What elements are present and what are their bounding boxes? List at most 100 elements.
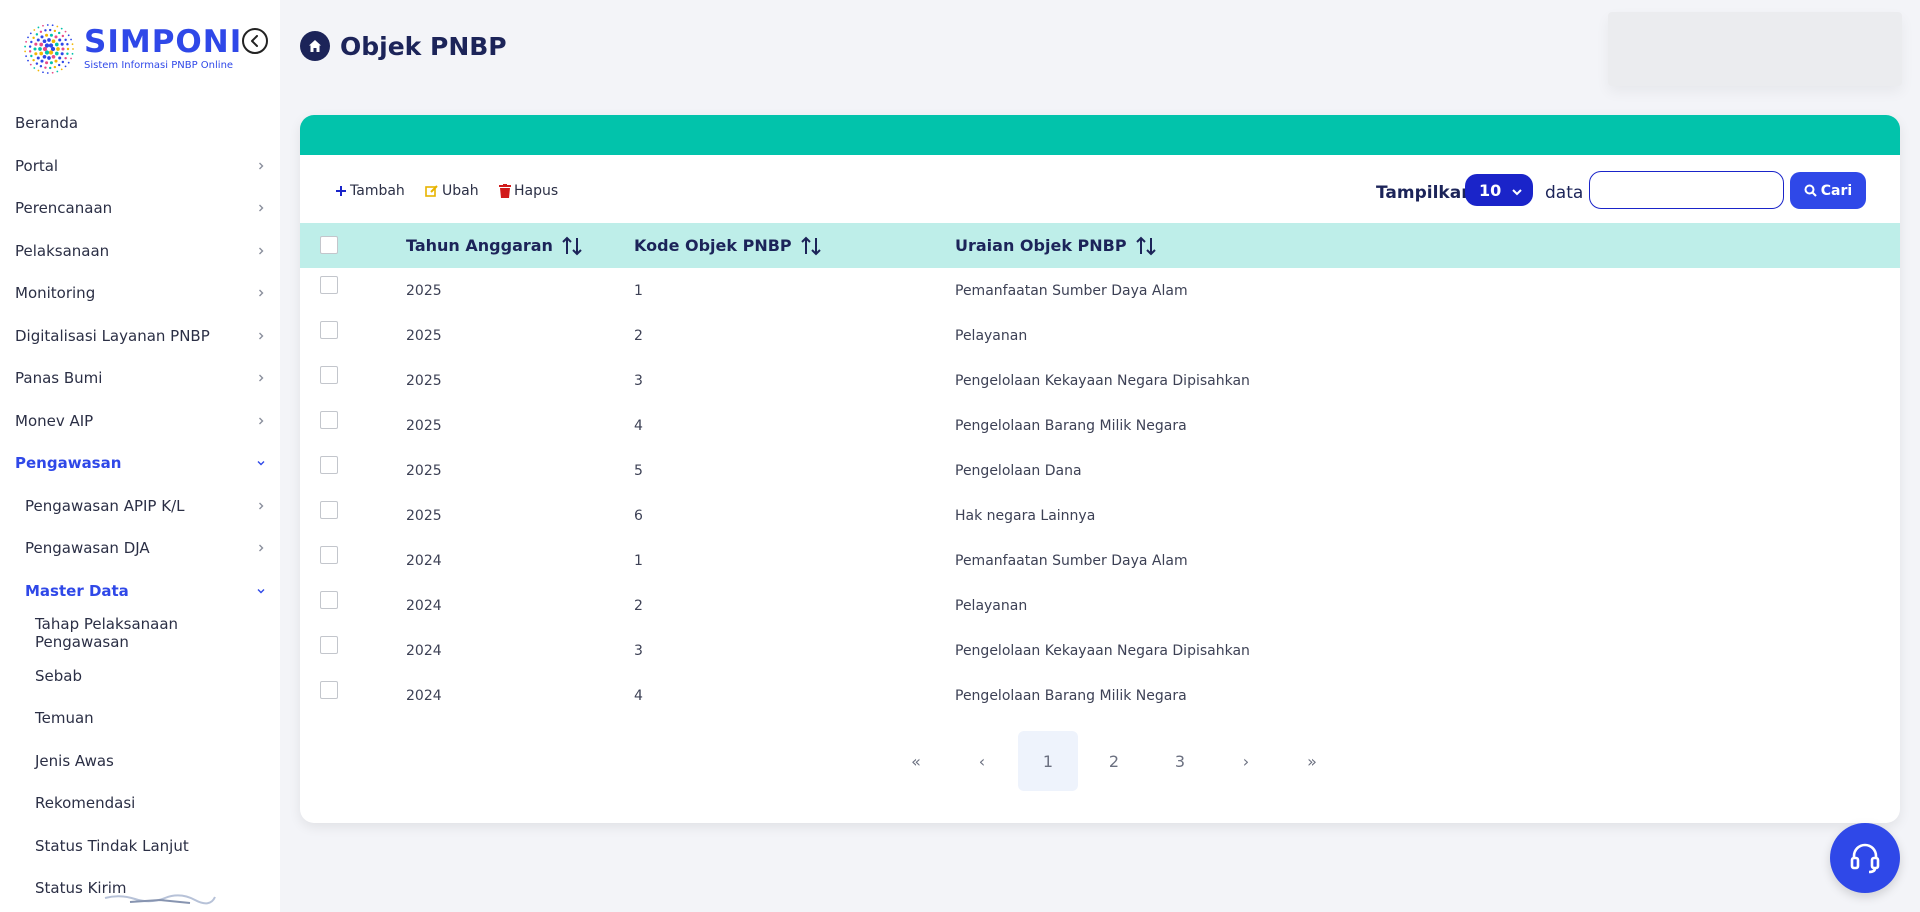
table-cell: Pengelolaan Dana	[955, 463, 1082, 479]
table-row[interactable]: 2025 6 Hak negara Lainnya	[300, 493, 1900, 538]
table-cell: 3	[634, 643, 643, 659]
search-input[interactable]	[1589, 171, 1784, 209]
table-toolbar: Tambah Ubah Hapus Tampilkan 10 data Cari	[300, 155, 1900, 225]
chevron-left-icon	[251, 35, 258, 47]
table-cell: Pengelolaan Kekayaan Negara Dipisahkan	[955, 373, 1250, 389]
row-checkbox[interactable]	[320, 501, 338, 519]
table-row[interactable]: 2025 2 Pelayanan	[300, 313, 1900, 358]
page-size-select[interactable]: 10	[1465, 174, 1533, 206]
page-button-3[interactable]: 3	[1150, 731, 1210, 791]
row-checkbox[interactable]	[320, 411, 338, 429]
row-checkbox[interactable]	[320, 591, 338, 609]
sidebar-item-5[interactable]: Digitalisasi Layanan PNBP	[0, 315, 280, 358]
sort-icon[interactable]	[1135, 236, 1157, 256]
chevron-right-icon	[254, 286, 268, 300]
sidebar-item-label: Tahap Pelaksanaan Pengawasan	[35, 615, 179, 652]
sidebar-item-11[interactable]: Master Data	[0, 570, 280, 613]
first-page-button[interactable]: «	[886, 731, 946, 791]
column-header-tahun: Tahun Anggaran	[406, 223, 583, 268]
table-row[interactable]: 2025 1 Pemanfaatan Sumber Daya Alam	[300, 268, 1900, 313]
sidebar-item-label: Pelaksanaan	[15, 241, 110, 260]
table-cell: 1	[634, 283, 643, 299]
row-checkbox[interactable]	[320, 546, 338, 564]
sidebar-item-14[interactable]: Temuan	[0, 697, 280, 740]
table-cell: 2025	[406, 373, 442, 389]
sidebar-item-9[interactable]: Pengawasan APIP K/L	[0, 485, 280, 528]
sidebar-item-1[interactable]: Portal	[0, 145, 280, 188]
select-all-checkbox[interactable]	[320, 236, 338, 254]
add-button[interactable]: Tambah	[335, 183, 405, 199]
table-cell: 2024	[406, 688, 442, 704]
sidebar-item-7[interactable]: Monev AIP	[0, 400, 280, 443]
page-button-2[interactable]: 2	[1084, 731, 1144, 791]
column-header-label: Kode Objek PNBP	[634, 236, 792, 255]
sidebar-item-10[interactable]: Pengawasan DJA	[0, 527, 280, 570]
last-page-button[interactable]: »	[1282, 731, 1342, 791]
table-cell: Pemanfaatan Sumber Daya Alam	[955, 283, 1188, 299]
edit-button[interactable]: Ubah	[425, 183, 479, 199]
pagination: « ‹ 1 2 3 › »	[886, 731, 1348, 791]
decorative-scribble-icon	[104, 894, 216, 905]
next-page-button[interactable]: ›	[1216, 731, 1276, 791]
sidebar-item-label: Rekomendasi	[35, 794, 136, 813]
data-label: data	[1545, 183, 1584, 203]
simponi-logo[interactable]: SIMPONI Sistem Informasi PNBP Online	[18, 18, 243, 80]
row-checkbox[interactable]	[320, 276, 338, 294]
page-size-value: 10	[1479, 180, 1502, 200]
row-checkbox[interactable]	[320, 456, 338, 474]
table-cell: 4	[634, 688, 643, 704]
sidebar-item-label: Jenis Awas	[35, 751, 114, 770]
sort-icon[interactable]	[561, 236, 583, 256]
table-cell: 2025	[406, 328, 442, 344]
plus-icon	[335, 185, 347, 197]
row-checkbox[interactable]	[320, 636, 338, 654]
table-row[interactable]: 2025 5 Pengelolaan Dana	[300, 448, 1900, 493]
table-cell: 2025	[406, 508, 442, 524]
search-button[interactable]: Cari	[1790, 172, 1866, 209]
table-row[interactable]: 2024 2 Pelayanan	[300, 583, 1900, 628]
row-checkbox[interactable]	[320, 681, 338, 699]
trash-icon	[499, 184, 511, 198]
table-cell: Pelayanan	[955, 328, 1028, 344]
sidebar-item-16[interactable]: Rekomendasi	[0, 782, 280, 825]
table-row[interactable]: 2024 1 Pemanfaatan Sumber Daya Alam	[300, 538, 1900, 583]
sidebar-item-8[interactable]: Pengawasan	[0, 442, 280, 485]
table-cell: 4	[634, 418, 643, 434]
row-checkbox[interactable]	[320, 366, 338, 384]
sidebar-item-17[interactable]: Status Tindak Lanjut	[0, 825, 280, 868]
sidebar-item-0[interactable]: Beranda	[0, 102, 280, 145]
table-cell: 2	[634, 598, 643, 614]
column-header-label: Tahun Anggaran	[406, 236, 553, 255]
delete-button[interactable]: Hapus	[499, 183, 558, 199]
sidebar-item-13[interactable]: Sebab	[0, 655, 280, 698]
card-header-bar	[300, 115, 1900, 155]
sidebar-item-4[interactable]: Monitoring	[0, 272, 280, 315]
chevron-right-icon	[254, 414, 268, 428]
sort-icon[interactable]	[800, 236, 822, 256]
prev-page-button[interactable]: ‹	[952, 731, 1012, 791]
sidebar-item-2[interactable]: Perencanaan	[0, 187, 280, 230]
sidebar-item-12[interactable]: Tahap Pelaksanaan Pengawasan	[0, 612, 280, 655]
content-card: Tambah Ubah Hapus Tampilkan 10 data Cari…	[300, 115, 1900, 823]
table-row[interactable]: 2025 3 Pengelolaan Kekayaan Negara Dipisah…	[300, 358, 1900, 403]
row-checkbox[interactable]	[320, 321, 338, 339]
chevron-right-icon	[254, 159, 268, 173]
collapse-sidebar-button[interactable]	[242, 28, 268, 54]
sidebar-item-label: Perencanaan	[15, 199, 113, 218]
table-row[interactable]: 2025 4 Pengelolaan Barang Milik Negara	[300, 403, 1900, 448]
sidebar-item-3[interactable]: Pelaksanaan	[0, 230, 280, 273]
home-icon[interactable]	[300, 31, 330, 61]
table-cell: Pelayanan	[955, 598, 1028, 614]
help-chat-button[interactable]	[1830, 823, 1900, 893]
sidebar-item-6[interactable]: Panas Bumi	[0, 357, 280, 400]
sidebar-item-label: Panas Bumi	[15, 369, 103, 388]
sidebar-item-15[interactable]: Jenis Awas	[0, 740, 280, 783]
delete-button-label: Hapus	[514, 183, 559, 199]
brand-title: SIMPONI	[84, 24, 243, 60]
page-button-1[interactable]: 1	[1018, 731, 1078, 791]
table-row[interactable]: 2024 4 Pengelolaan Barang Milik Negara	[300, 673, 1900, 718]
table-body: 2025 1 Pemanfaatan Sumber Daya Alam 2025 2 Pe…	[300, 268, 1900, 718]
chevron-right-icon	[254, 244, 268, 258]
headset-icon	[1850, 843, 1880, 874]
table-row[interactable]: 2024 3 Pengelolaan Kekayaan Negara Dipisah…	[300, 628, 1900, 673]
